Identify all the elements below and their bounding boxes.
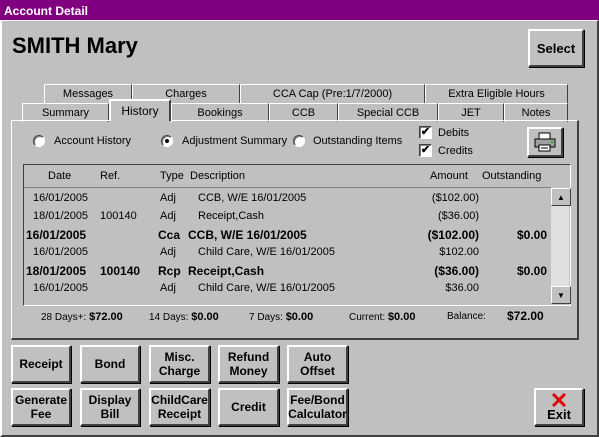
- receipt-button[interactable]: Receipt: [11, 345, 71, 383]
- column-header-description: Description: [190, 170, 246, 182]
- table-row[interactable]: 16/01/2005 Adj CCB, W/E 16/01/2005 ($102…: [24, 190, 551, 207]
- scroll-up-button[interactable]: ▲: [551, 188, 571, 206]
- outstanding-items-radio[interactable]: [293, 135, 305, 147]
- column-header-type: Type: [160, 170, 184, 182]
- column-header-amount: Amount: [430, 170, 468, 182]
- cell-date: 18/01/2005: [26, 264, 87, 278]
- close-x-icon: [551, 392, 567, 407]
- auto-offset-button[interactable]: Auto Offset: [287, 345, 348, 383]
- cell-amount: ($36.00): [434, 264, 479, 278]
- cell-amount: ($36.00): [438, 210, 479, 222]
- column-header-date: Date: [48, 170, 72, 182]
- cell-outstanding: $0.00: [516, 228, 547, 242]
- days7-value: $0.00: [285, 311, 314, 323]
- cell-date: 16/01/2005: [33, 192, 89, 204]
- cell-amount: $102.00: [439, 246, 479, 258]
- cell-ref: 100140: [100, 210, 137, 222]
- cell-type: Adj: [160, 282, 176, 294]
- table-row[interactable]: 16/01/2005 Adj Child Care, W/E 16/01/200…: [24, 280, 551, 297]
- cell-type: Rcp: [158, 264, 181, 278]
- cell-description: Child Care, W/E 16/01/2005: [198, 282, 335, 294]
- cell-date: 18/01/2005: [33, 210, 89, 222]
- debits-label[interactable]: Debits: [438, 127, 469, 139]
- credits-label[interactable]: Credits: [438, 145, 473, 157]
- cell-date: 16/01/2005: [33, 246, 89, 258]
- cell-amount: $36.00: [445, 282, 479, 294]
- cell-date: 16/01/2005: [26, 228, 87, 242]
- cell-outstanding: $0.00: [516, 264, 547, 278]
- outstanding-items-label[interactable]: Outstanding Items: [313, 135, 402, 147]
- cell-description: Child Care, W/E 16/01/2005: [198, 246, 335, 258]
- adjustment-summary-label[interactable]: Adjustment Summary: [182, 135, 287, 147]
- tab-cca-cap[interactable]: CCA Cap (Pre:1/7/2000): [240, 84, 425, 103]
- cell-type: Adj: [160, 210, 176, 222]
- window-titlebar: Account Detail: [0, 0, 599, 20]
- days14-value: $0.00: [191, 311, 219, 323]
- cell-amount: ($102.00): [431, 192, 479, 204]
- days28-label: 28 Days+:: [41, 312, 87, 323]
- generate-fee-button[interactable]: Generate Fee: [11, 388, 71, 426]
- print-button[interactable]: [527, 127, 563, 157]
- history-table: Date Ref. Type Description Amount Outsta…: [23, 164, 571, 306]
- cell-type: Adj: [160, 192, 176, 204]
- cell-description: CCB, W/E 16/01/2005: [188, 228, 307, 242]
- exit-label: Exit: [547, 406, 571, 422]
- table-row[interactable]: 16/01/2005 Adj Child Care, W/E 16/01/200…: [24, 244, 551, 261]
- current-label: Current:: [349, 312, 386, 323]
- account-history-radio[interactable]: [33, 135, 45, 147]
- exit-button[interactable]: Exit: [534, 388, 584, 426]
- table-body: 16/01/2005 Adj CCB, W/E 16/01/2005 ($102…: [24, 187, 551, 306]
- credit-button[interactable]: Credit: [218, 388, 279, 426]
- account-history-label[interactable]: Account History: [54, 135, 131, 147]
- display-bill-button[interactable]: Display Bill: [80, 388, 140, 426]
- debits-checkbox[interactable]: ✔: [419, 126, 432, 139]
- adjustment-summary-radio[interactable]: [161, 135, 173, 147]
- balance-label: Balance:: [447, 311, 486, 322]
- cell-description: Receipt,Cash: [198, 210, 265, 222]
- client-name: SMITH Mary: [12, 33, 138, 58]
- childcare-receipt-button[interactable]: ChildCare Receipt: [149, 388, 210, 426]
- cell-type: Adj: [160, 246, 176, 258]
- tab-history[interactable]: History: [109, 99, 171, 121]
- cell-description: Receipt,Cash: [188, 264, 265, 278]
- table-row[interactable]: 18/01/2005 100140 Rcp Receipt,Cash ($36.…: [24, 262, 551, 279]
- table-row[interactable]: 16/01/2005 Cca CCB, W/E 16/01/2005 ($102…: [24, 226, 551, 243]
- vertical-scrollbar[interactable]: ▲ ▼: [551, 188, 571, 304]
- refund-money-button[interactable]: Refund Money: [218, 345, 279, 383]
- misc-charge-button[interactable]: Misc. Charge: [149, 345, 210, 383]
- arrow-up-icon: ▲: [557, 192, 565, 202]
- balance-value: $72.00: [507, 309, 544, 323]
- printer-icon: [534, 132, 556, 152]
- days28-value: $72.00: [89, 311, 123, 323]
- days14-label: 14 Days:: [149, 312, 189, 323]
- totals-bar: 28 Days+: $72.00 14 Days: $0.00 7 Days: …: [23, 307, 571, 327]
- scroll-down-button[interactable]: ▼: [551, 286, 571, 304]
- table-row[interactable]: 18/01/2005 100140 Adj Receipt,Cash ($36.…: [24, 208, 551, 225]
- fee-bond-calculator-button[interactable]: Fee/Bond Calculator: [287, 388, 348, 426]
- column-header-outstanding: Outstanding: [482, 170, 542, 182]
- arrow-down-icon: ▼: [557, 290, 565, 300]
- window-title: Account Detail: [4, 4, 89, 18]
- cell-amount: ($102.00): [427, 228, 479, 242]
- tab-extra-eligible-hours[interactable]: Extra Eligible Hours: [425, 84, 568, 103]
- cell-type: Cca: [158, 228, 181, 242]
- cell-description: CCB, W/E 16/01/2005: [198, 192, 307, 204]
- cell-date: 16/01/2005: [33, 282, 89, 294]
- days7-label: 7 Days:: [249, 312, 283, 323]
- select-button[interactable]: Select: [528, 29, 584, 67]
- credits-checkbox[interactable]: ✔: [419, 144, 432, 157]
- column-header-ref: Ref.: [100, 170, 121, 182]
- bond-button[interactable]: Bond: [80, 345, 140, 383]
- current-value: $0.00: [387, 311, 416, 323]
- cell-ref: 100140: [100, 264, 141, 278]
